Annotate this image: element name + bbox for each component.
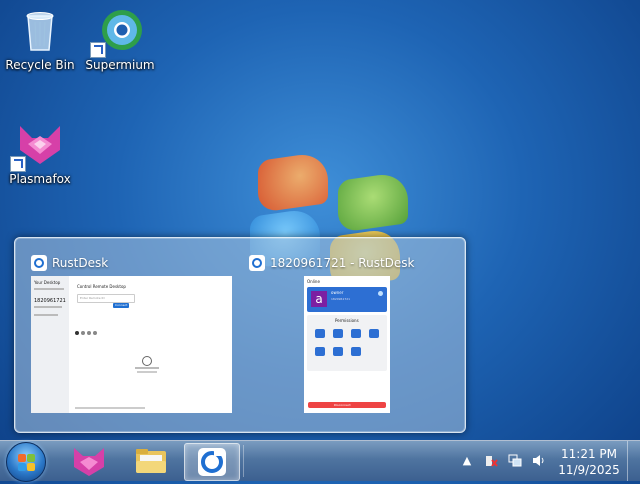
clock-time: 11:21 PM [561,447,617,461]
clipboard-perm-icon [333,329,343,338]
recycle-bin[interactable]: Recycle Bin [0,6,80,72]
plasmafox-icon [10,120,64,172]
thumbnail-main: Control Remote Desktop Enter Remote ID C… [69,276,232,413]
file-explorer-taskbar[interactable] [124,443,178,479]
show-desktop-button[interactable] [627,441,640,481]
rustdesk-taskbar[interactable] [184,443,240,481]
connect-button: Connect [113,303,129,308]
clock[interactable]: 11:21 PM 11/9/2025 [556,446,622,478]
start-button[interactable] [6,442,46,482]
plasmafox-shortcut[interactable]: Plasmafox [0,120,80,186]
supermium-shortcut[interactable]: Supermium [80,6,160,72]
switcher-title-rustdesk[interactable]: RustDesk [31,255,108,271]
window-title: 1820961721 - RustDesk [270,256,415,270]
avatar: a [311,291,327,307]
rustdesk-cm-thumbnail[interactable]: Online a owner 1820961721 Permissions Di… [304,276,390,413]
action-center-icon[interactable] [484,454,498,467]
supermium-label: Supermium [85,58,155,72]
rustdesk-main-thumbnail[interactable]: Your Desktop 1820961721 Control Remote D… [31,276,232,413]
disconnect-button: Disconnect [308,402,386,408]
control-heading: Control Remote Desktop [77,284,126,289]
plasmafox-label: Plasmafox [9,172,71,186]
permissions-label: Permissions [335,318,359,323]
shortcut-arrow-icon [10,156,26,172]
audio-perm-icon [351,329,361,338]
volume-icon[interactable] [532,454,546,467]
thumbnail-sidebar: Your Desktop 1820961721 [31,276,69,413]
keyboard-perm-icon [315,329,325,338]
clock-date: 11/9/2025 [558,463,620,477]
supermium-icon [90,6,144,58]
cm-header: Online [307,279,320,284]
switcher-title-rustdesk-session[interactable]: 1820961721 - RustDesk [249,255,415,271]
plasmafox-icon [74,448,104,476]
rustdesk-icon [249,255,265,271]
tab-icons [75,320,99,339]
user-id: 1820961721 [331,297,351,301]
id-value: 1820961721 [34,298,66,304]
permissions-panel: Permissions [307,315,387,371]
network-icon[interactable] [508,454,522,467]
file-perm-icon [369,329,379,338]
block-input-perm-icon [351,347,361,356]
rustdesk-icon [31,255,47,271]
chat-icon [378,291,383,296]
client-card: a owner 1820961721 [307,287,387,312]
taskbar: ▲ 11:21 PM 11/9/2025 [0,440,640,482]
window-switcher: RustDesk 1820961721 - RustDesk Your Desk… [14,237,466,433]
window-title: RustDesk [52,256,109,270]
rustdesk-icon [198,448,226,476]
show-hidden-icons[interactable]: ▲ [460,454,474,467]
remote-id-input: Enter Remote ID [77,294,135,303]
user-name: owner [331,290,344,295]
recycle-bin-icon [16,6,64,54]
shortcut-arrow-icon [90,42,106,58]
recording-perm-icon [333,347,343,356]
folder-icon [136,449,166,473]
sidebar-heading: Your Desktop [34,280,61,285]
restart-perm-icon [315,347,325,356]
plasmafox-taskbar[interactable] [62,443,116,479]
recycle-bin-label: Recycle Bin [5,58,75,72]
empty-state-icon [142,356,152,366]
